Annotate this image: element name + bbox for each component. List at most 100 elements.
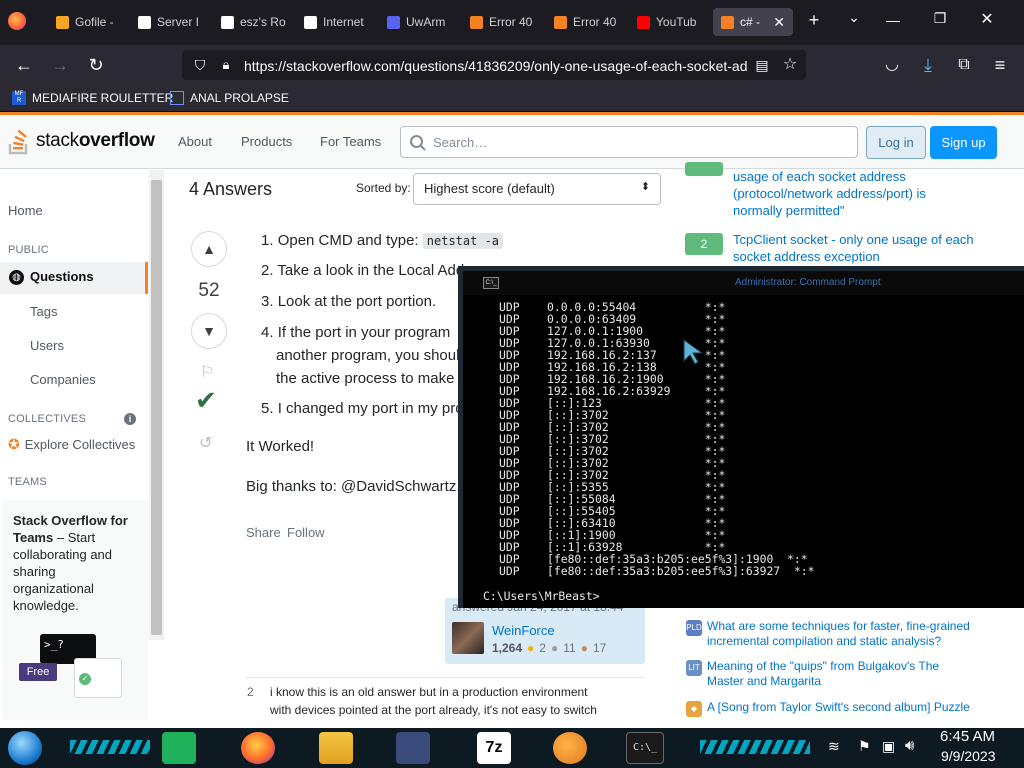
- tab-favicon-icon: [637, 15, 650, 29]
- history-icon[interactable]: ↺: [199, 433, 212, 453]
- bookmark-icon[interactable]: ⚐: [200, 362, 214, 382]
- log-in-button[interactable]: Log in: [866, 126, 926, 159]
- flag-icon[interactable]: ⚑: [858, 738, 871, 755]
- sign-up-button[interactable]: Sign up: [930, 126, 997, 159]
- tab-3[interactable]: esz's Ro: [213, 8, 291, 36]
- info-icon[interactable]: i: [124, 413, 136, 425]
- sidebar-item-companies[interactable]: Companies: [30, 372, 96, 387]
- reload-icon[interactable]: ↻: [84, 53, 108, 77]
- search-input[interactable]: Search…: [400, 126, 858, 158]
- tab-5[interactable]: UwArm: [379, 8, 457, 36]
- bookmark-star-icon[interactable]: ☆: [778, 53, 802, 77]
- start-button[interactable]: [8, 731, 42, 765]
- command-prompt-window[interactable]: C:\_ Administrator: Command Prompt UDP 0…: [458, 266, 1024, 608]
- left-sidebar: Home PUBLIC ◍ Questions Tags Users Compa…: [0, 170, 148, 730]
- linked-score-badge: [685, 162, 723, 176]
- reader-view-icon[interactable]: ▤: [750, 53, 774, 77]
- answer-score: 52: [198, 280, 220, 301]
- address-bar[interactable]: ⛉ 🔒︎ https://stackoverflow.com/questions…: [182, 50, 806, 80]
- cmd-taskbar-icon[interactable]: C:\_: [626, 732, 664, 764]
- sidebar-item-tags[interactable]: Tags: [30, 304, 57, 319]
- step-number: 3.: [261, 293, 274, 310]
- step-text: If the port in your program: [277, 324, 451, 341]
- sidebar-item-questions[interactable]: ◍ Questions: [0, 262, 148, 294]
- cmd-output[interactable]: UDP 0.0.0.0:55404 *:* UDP 0.0.0.0:63409 *…: [463, 295, 1024, 608]
- clock-time[interactable]: 6:45 AM: [940, 728, 995, 745]
- tab-1[interactable]: Gofile -: [48, 8, 126, 36]
- minimize-window-icon[interactable]: —: [878, 12, 908, 28]
- sidebar-item-explore-collectives[interactable]: ✪ Explore Collectives: [8, 436, 135, 453]
- new-tab-icon[interactable]: +: [803, 10, 825, 31]
- network-icon[interactable]: ▣: [882, 738, 895, 755]
- tab-6[interactable]: Error 40: [462, 8, 540, 36]
- so-logo-icon: [8, 129, 28, 155]
- firefox-menu-icon[interactable]: [8, 12, 26, 30]
- tracking-shield-icon[interactable]: ⛉: [188, 53, 212, 77]
- clock-date[interactable]: 9/9/2023: [941, 748, 996, 764]
- linked-question-1[interactable]: usage of each socket address (protocol/n…: [733, 168, 926, 219]
- sort-select[interactable]: Highest score (default) ⬍: [413, 173, 661, 205]
- site-icon: LIT: [686, 660, 702, 676]
- linked-score-badge: 2: [685, 233, 723, 255]
- taskbar-decoration: [700, 740, 810, 754]
- downvote-button[interactable]: ▼: [191, 313, 227, 349]
- scrollbar-thumb[interactable]: [151, 180, 162, 635]
- nav-for-teams[interactable]: For Teams: [320, 134, 381, 149]
- close-window-icon[interactable]: ✕: [972, 9, 1002, 29]
- firefox-taskbar-icon[interactable]: [241, 732, 275, 764]
- hot-question-1[interactable]: What are some techniques for faster, fin…: [707, 619, 970, 649]
- nav-about[interactable]: About: [178, 134, 212, 149]
- restore-window-icon[interactable]: ❐: [925, 10, 955, 27]
- hot-question-3[interactable]: A [Song from Taylor Swift's second album…: [707, 700, 970, 715]
- sidebar-scrollbar[interactable]: [149, 170, 164, 640]
- tab-8[interactable]: YouTub: [629, 8, 707, 36]
- tray-chevron-icon[interactable]: ≋: [828, 738, 840, 755]
- tab-2[interactable]: Server I: [130, 8, 208, 36]
- app-menu-icon[interactable]: ≡: [988, 53, 1012, 77]
- bookmark-second[interactable]: ANAL PROLAPSE: [170, 91, 289, 105]
- close-tab-icon[interactable]: ✕: [773, 14, 785, 31]
- user-reputation: 1,264 ● 2 ● 11 ● 17: [492, 641, 606, 655]
- forward-icon[interactable]: →: [48, 53, 72, 77]
- user-name-link[interactable]: WeinForce: [492, 623, 555, 638]
- app-icon-window[interactable]: [396, 732, 430, 764]
- avatar[interactable]: [452, 622, 484, 654]
- sorted-by-label: Sorted by:: [356, 181, 411, 195]
- 7zip-icon[interactable]: 7z: [477, 732, 511, 764]
- volume-icon[interactable]: 🔊︎: [905, 737, 914, 754]
- bookmark-mediafire[interactable]: MF R MEDIAFIRE ROULETTER: [12, 91, 173, 105]
- follow-link[interactable]: Follow: [287, 525, 325, 540]
- cmd-title-bar[interactable]: C:\_ Administrator: Command Prompt: [463, 271, 1024, 295]
- link-line: socket address exception: [733, 249, 880, 264]
- tab-4[interactable]: Internet: [296, 8, 374, 36]
- collectives-star-icon: ✪: [8, 436, 20, 452]
- pocket-icon[interactable]: ◡: [880, 53, 904, 77]
- tab-9[interactable]: c# - ✕: [713, 8, 793, 36]
- cmd-prompt[interactable]: C:\Users\MrBeast>: [483, 589, 600, 603]
- app-icon-green[interactable]: [162, 732, 196, 764]
- downloads-icon[interactable]: ⤓: [916, 53, 940, 77]
- extensions-icon[interactable]: ⧉: [952, 53, 976, 77]
- lock-icon[interactable]: 🔒︎: [214, 53, 238, 77]
- upvote-button[interactable]: ▲: [191, 231, 227, 267]
- up-arrow-icon: ▲: [202, 241, 216, 257]
- bookmark-folder-icon: [170, 91, 184, 105]
- sidebar-item-label: Explore Collectives: [24, 437, 136, 452]
- linked-question-2[interactable]: TcpClient socket - only one usage of eac…: [733, 231, 974, 265]
- so-logo[interactable]: stackoverflow: [8, 127, 155, 155]
- sidebar-item-users[interactable]: Users: [30, 338, 64, 353]
- back-icon[interactable]: ←: [12, 53, 36, 77]
- file-explorer-icon[interactable]: [319, 732, 353, 764]
- sidebar-item-home[interactable]: Home: [8, 203, 43, 218]
- tab-7[interactable]: Error 40: [546, 8, 624, 36]
- link-line: TcpClient socket - only one usage of eac…: [733, 232, 974, 247]
- so-header: stackoverflow About Products For Teams S…: [0, 115, 1024, 169]
- list-tabs-icon[interactable]: ⌄: [843, 9, 865, 26]
- nav-products[interactable]: Products: [241, 134, 292, 149]
- hot-question-2[interactable]: Meaning of the "quips" from Bulgakov's T…: [707, 659, 939, 689]
- share-link[interactable]: Share: [246, 525, 281, 540]
- link-line: A [Song from Taylor Swift's second album…: [707, 700, 970, 714]
- comment-score: 2: [247, 685, 254, 699]
- url-text[interactable]: https://stackoverflow.com/questions/4183…: [244, 58, 750, 74]
- search-magnifier-icon[interactable]: [553, 732, 587, 764]
